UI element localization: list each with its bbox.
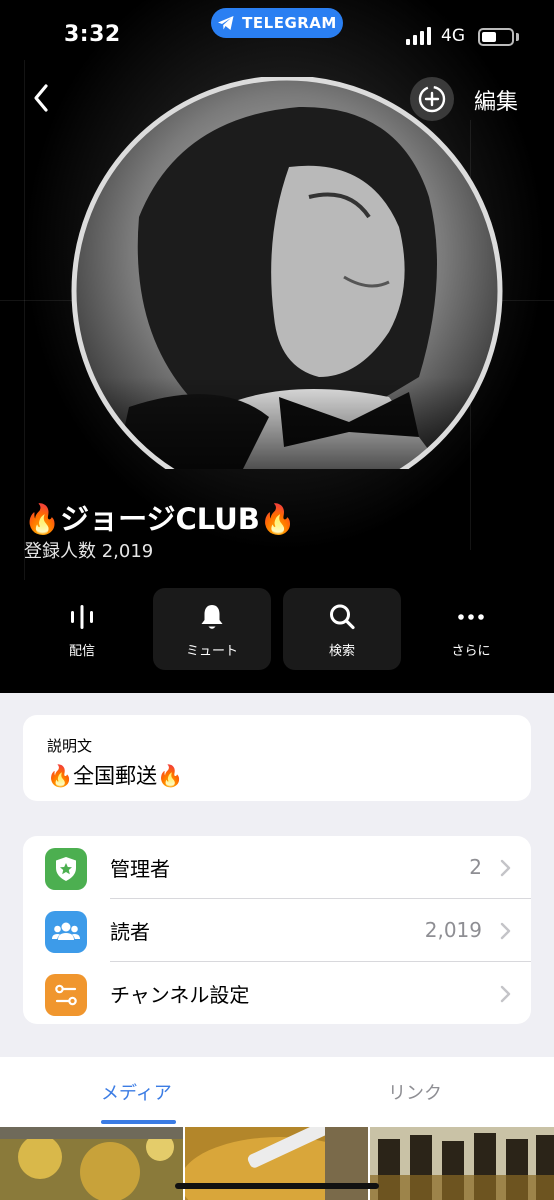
edit-button[interactable]: 編集 [474,84,518,116]
channel-avatar[interactable] [69,77,505,469]
more-icon [458,614,484,620]
channel-settings-list: 管理者 2 読者 2,019 チャンネル設定 [23,836,531,1024]
chevron-right-icon [500,922,511,940]
mute-label: ミュート [185,644,238,659]
bell-icon [201,605,223,629]
channel-settings-label: チャンネル設定 [110,983,250,1007]
subscriber-count: 登録人数 2,019 [24,541,154,562]
home-indicator [175,1183,379,1189]
battery-tip [516,33,519,41]
subscribers-icon [45,911,87,953]
subscribers-label: 読者 [110,920,150,944]
fire-emoji: 🔥 [259,502,297,536]
media-thumbnail[interactable] [185,1127,368,1200]
broadcast-label: 配信 [68,644,95,659]
settings-toggle-icon [45,974,87,1016]
add-photo-icon [418,85,446,113]
fire-emoji: 🔥 [47,764,74,788]
battery-icon [478,28,514,46]
signal-icon [406,27,431,45]
fire-emoji: 🔥 [24,502,61,536]
shared-media-panel: メディア リンク [0,1057,554,1200]
status-bar: 3:32 TELEGRAM 4G [0,0,554,72]
tab-links[interactable]: リンク [388,1079,442,1105]
list-item-channel-settings[interactable]: チャンネル設定 [23,962,531,1024]
description-card[interactable]: 説明文 🔥全国郵送🔥 [23,715,531,801]
more-button[interactable]: さらに [412,588,530,670]
broadcast-icon [71,605,93,629]
telegram-return-pill[interactable]: TELEGRAM [211,8,343,38]
admins-label: 管理者 [110,857,170,881]
network-type: 4G [441,26,465,46]
chevron-right-icon [500,985,511,1003]
telegram-icon [218,16,234,30]
active-tab-indicator [101,1120,176,1124]
channel-name: ジョージCLUB [60,502,260,536]
media-thumbnail[interactable] [0,1127,183,1200]
broadcast-button[interactable]: 配信 [23,588,141,670]
chevron-left-icon[interactable] [28,80,58,116]
search-icon [330,604,355,630]
fire-emoji: 🔥 [157,764,184,788]
channel-title: 🔥ジョージCLUB🔥 [24,496,296,538]
search-label: 検索 [328,644,355,659]
list-item-subscribers[interactable]: 読者 2,019 [23,899,531,961]
description-text: 🔥全国郵送🔥 [47,760,183,790]
description-heading: 説明文 [47,737,93,755]
telegram-badge-label: TELEGRAM [242,14,337,32]
more-label: さらに [451,644,491,659]
admins-count: 2 [469,855,482,879]
profile-header: 3:32 TELEGRAM 4G 編集 🔥ジョージCLUB🔥 登録人数 2,01… [0,0,554,693]
search-button[interactable]: 検索 [283,588,401,670]
subscribers-count: 2,019 [424,918,482,942]
status-time: 3:32 [64,22,121,47]
tab-media[interactable]: メディア [101,1079,172,1105]
chevron-right-icon [500,859,511,877]
description-body: 全国郵送 [73,764,158,788]
mute-button[interactable]: ミュート [153,588,271,670]
list-item-admins[interactable]: 管理者 2 [23,836,531,898]
media-thumbnail[interactable] [370,1127,554,1200]
set-photo-button[interactable] [410,77,454,121]
admin-badge-icon [45,848,87,890]
